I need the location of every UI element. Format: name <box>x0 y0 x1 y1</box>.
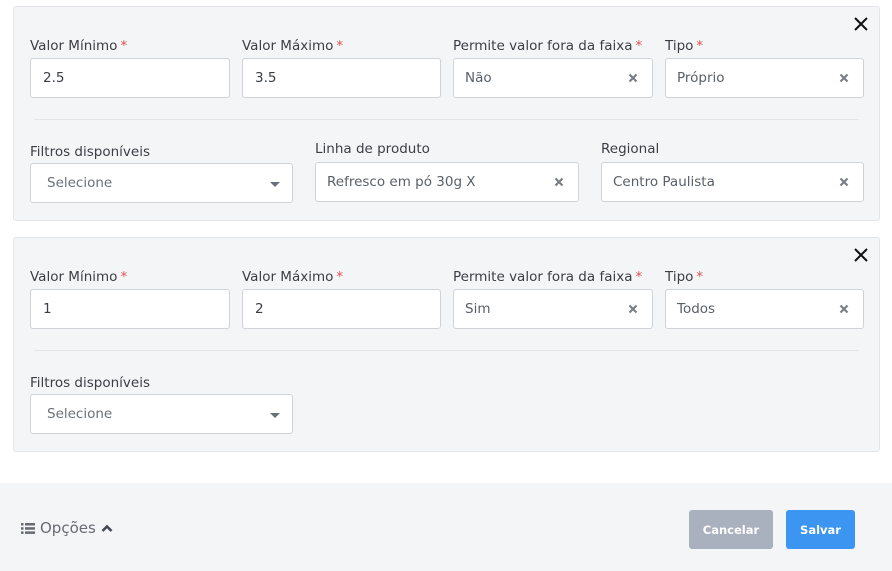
out-of-range-value: Sim <box>465 301 491 317</box>
modal-footer: Opções Cancelar Salvar <box>0 483 892 571</box>
type-value: Próprio <box>677 70 725 86</box>
chevron-up-icon <box>101 524 113 532</box>
divider <box>34 119 859 120</box>
out-of-range-field: Permite valor fora da faixa * Sim <box>453 269 653 329</box>
out-of-range-value: Não <box>465 70 492 86</box>
type-select[interactable]: Todos <box>665 289 864 329</box>
rule-card-1: Valor Mínimo * 2.5 Valor Máximo * 3.5 Perm… <box>13 6 880 221</box>
type-label: Tipo * <box>665 38 704 54</box>
caret-down-icon <box>270 413 280 418</box>
type-field: Tipo * Todos <box>665 269 864 329</box>
filters-label: Filtros disponíveis <box>30 144 150 160</box>
product-line-select[interactable]: Refresco em pó 30g X <box>315 162 579 202</box>
product-line-value: Refresco em pó 30g X <box>327 174 476 190</box>
max-value-text: 2 <box>255 301 264 317</box>
close-icon <box>854 17 868 31</box>
caret-down-icon <box>270 182 280 187</box>
cancel-button[interactable]: Cancelar <box>689 510 773 549</box>
max-value-label: Valor Máximo * <box>242 38 344 54</box>
clear-x-icon[interactable] <box>839 304 849 314</box>
type-value: Todos <box>677 301 716 317</box>
out-of-range-label: Permite valor fora da faixa * <box>453 269 643 285</box>
required-mark: * <box>120 269 128 285</box>
type-field: Tipo * Próprio <box>665 38 864 98</box>
regional-select[interactable]: Centro Paulista <box>601 162 864 202</box>
min-value-field: Valor Mínimo * 2.5 <box>30 38 230 98</box>
regional-value: Centro Paulista <box>613 174 715 190</box>
options-label: Opções <box>40 519 96 537</box>
clear-x-icon[interactable] <box>554 177 564 187</box>
rule-card-2: Valor Mínimo * 1 Valor Máximo * 2 Permite … <box>13 237 880 452</box>
out-of-range-label: Permite valor fora da faixa * <box>453 38 643 54</box>
required-mark: * <box>120 38 128 54</box>
regional-label: Regional <box>601 141 660 157</box>
filters-placeholder: Selecione <box>47 175 113 191</box>
product-line-field: Linha de produto Refresco em pó 30g X <box>315 141 579 202</box>
max-value-field: Valor Máximo * 3.5 <box>242 38 441 98</box>
regional-field: Regional Centro Paulista <box>601 141 864 202</box>
min-value-text: 2.5 <box>43 70 65 86</box>
min-value-label: Valor Mínimo * <box>30 38 128 54</box>
max-value-field: Valor Máximo * 2 <box>242 269 441 329</box>
required-mark: * <box>336 269 344 285</box>
min-value-input[interactable]: 1 <box>30 289 230 329</box>
filters-field: Filtros disponíveis Selecione <box>30 375 293 435</box>
out-of-range-select[interactable]: Sim <box>453 289 653 329</box>
filters-placeholder: Selecione <box>47 406 113 422</box>
max-value-input[interactable]: 2 <box>242 289 441 329</box>
out-of-range-field: Permite valor fora da faixa * Não <box>453 38 653 98</box>
min-value-label: Valor Mínimo * <box>30 269 128 285</box>
type-select[interactable]: Próprio <box>665 58 864 98</box>
list-icon <box>21 522 35 534</box>
options-toggle[interactable]: Opções <box>21 519 113 537</box>
close-card-button[interactable] <box>852 15 870 33</box>
max-value-text: 3.5 <box>255 70 277 86</box>
close-card-button[interactable] <box>852 246 870 264</box>
required-mark: * <box>336 38 344 54</box>
clear-x-icon[interactable] <box>839 177 849 187</box>
product-line-label: Linha de produto <box>315 141 430 157</box>
required-mark: * <box>696 269 704 285</box>
filters-label: Filtros disponíveis <box>30 375 150 391</box>
required-mark: * <box>696 38 704 54</box>
filters-field: Filtros disponíveis Selecione <box>30 144 293 204</box>
filters-select[interactable]: Selecione <box>30 163 293 203</box>
save-button[interactable]: Salvar <box>786 510 855 549</box>
max-value-label: Valor Máximo * <box>242 269 344 285</box>
clear-x-icon[interactable] <box>628 73 638 83</box>
close-icon <box>854 248 868 262</box>
required-mark: * <box>635 269 643 285</box>
required-mark: * <box>635 38 643 54</box>
divider <box>34 350 859 351</box>
clear-x-icon[interactable] <box>839 73 849 83</box>
type-label: Tipo * <box>665 269 704 285</box>
min-value-input[interactable]: 2.5 <box>30 58 230 98</box>
max-value-input[interactable]: 3.5 <box>242 58 441 98</box>
filters-select[interactable]: Selecione <box>30 394 293 434</box>
min-value-field: Valor Mínimo * 1 <box>30 269 230 329</box>
clear-x-icon[interactable] <box>628 304 638 314</box>
min-value-text: 1 <box>43 301 52 317</box>
out-of-range-select[interactable]: Não <box>453 58 653 98</box>
